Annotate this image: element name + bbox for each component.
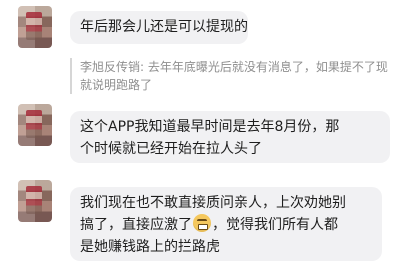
avatar[interactable] <box>18 180 52 222</box>
avatar[interactable] <box>18 6 52 48</box>
message-line: 搞了，直接应激了 ，觉得我们所有人都 <box>80 214 372 236</box>
message-text: ，觉得我们所有人都 <box>212 217 338 233</box>
grimacing-face-icon <box>193 214 211 232</box>
message-text: 年后那会儿还是可以提现的 <box>80 19 248 35</box>
avatar[interactable] <box>18 104 52 146</box>
message-bubble: 这个APP我知道最早时间是去年8月份，那 个时候就已经开始在拉人头了 <box>70 111 390 163</box>
message-line: 这个APP我知道最早时间是去年8月份，那 <box>80 119 340 135</box>
message-line: 我们现在也不敢直接质问亲人，上次劝她别 <box>80 195 346 211</box>
quoted-reply-text: 李旭反传销: 去年年底曝光后就没有消息了，如果提不了现就说明跑路了 <box>80 60 388 92</box>
message-text: 搞了，直接应激了 <box>80 217 192 233</box>
message-line: 个时候就已经开始在拉人头了 <box>80 141 262 157</box>
message-bubble: 年后那会儿还是可以提现的 <box>70 11 248 44</box>
message-line: 是她赚钱路上的拦路虎 <box>80 239 220 255</box>
message-bubble: 我们现在也不敢直接质问亲人，上次劝她别 搞了，直接应激了 ，觉得我们所有人都 是她… <box>70 187 382 261</box>
quoted-reply: 李旭反传销: 去年年底曝光后就没有消息了，如果提不了现就说明跑路了 <box>70 58 396 94</box>
